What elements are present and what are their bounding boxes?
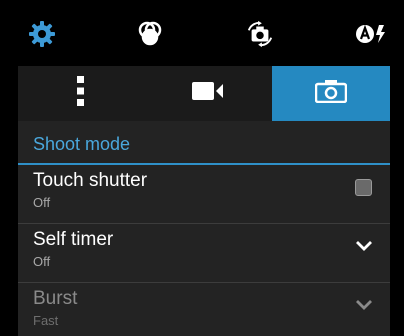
video-settings-tab[interactable] [143, 66, 272, 121]
settings-panel: Shoot mode Touch shutter Off Self timer … [18, 66, 390, 336]
quick-settings-bar [0, 0, 404, 66]
color-effects-icon[interactable] [136, 20, 164, 48]
burst-setting[interactable]: Burst Fast [18, 283, 390, 336]
chevron-down-icon[interactable] [354, 238, 374, 252]
camera-icon [314, 79, 348, 108]
auto-flash-icon[interactable] [354, 20, 388, 48]
setting-value: Off [33, 195, 51, 210]
setting-title: Burst [33, 288, 78, 309]
more-options-tab[interactable] [18, 66, 143, 121]
setting-value: Fast [33, 313, 59, 328]
setting-title: Touch shutter [33, 170, 148, 191]
camera-settings-screen: Shoot mode Touch shutter Off Self timer … [0, 0, 404, 336]
vertical-dots-icon [76, 76, 85, 111]
setting-value: Off [33, 254, 51, 269]
section-header-shoot-mode: Shoot mode [18, 121, 390, 165]
video-camera-icon [191, 81, 224, 106]
touch-shutter-setting[interactable]: Touch shutter Off [18, 165, 390, 223]
self-timer-setting[interactable]: Self timer Off [18, 224, 390, 282]
chevron-down-icon[interactable] [354, 297, 374, 311]
settings-tabs [18, 66, 390, 121]
switch-camera-icon[interactable] [246, 20, 274, 48]
camera-settings-tab[interactable] [272, 66, 390, 121]
section-title: Shoot mode [33, 134, 131, 154]
touch-shutter-checkbox[interactable] [355, 179, 372, 196]
setting-title: Self timer [33, 229, 114, 250]
gear-icon[interactable] [28, 20, 56, 48]
